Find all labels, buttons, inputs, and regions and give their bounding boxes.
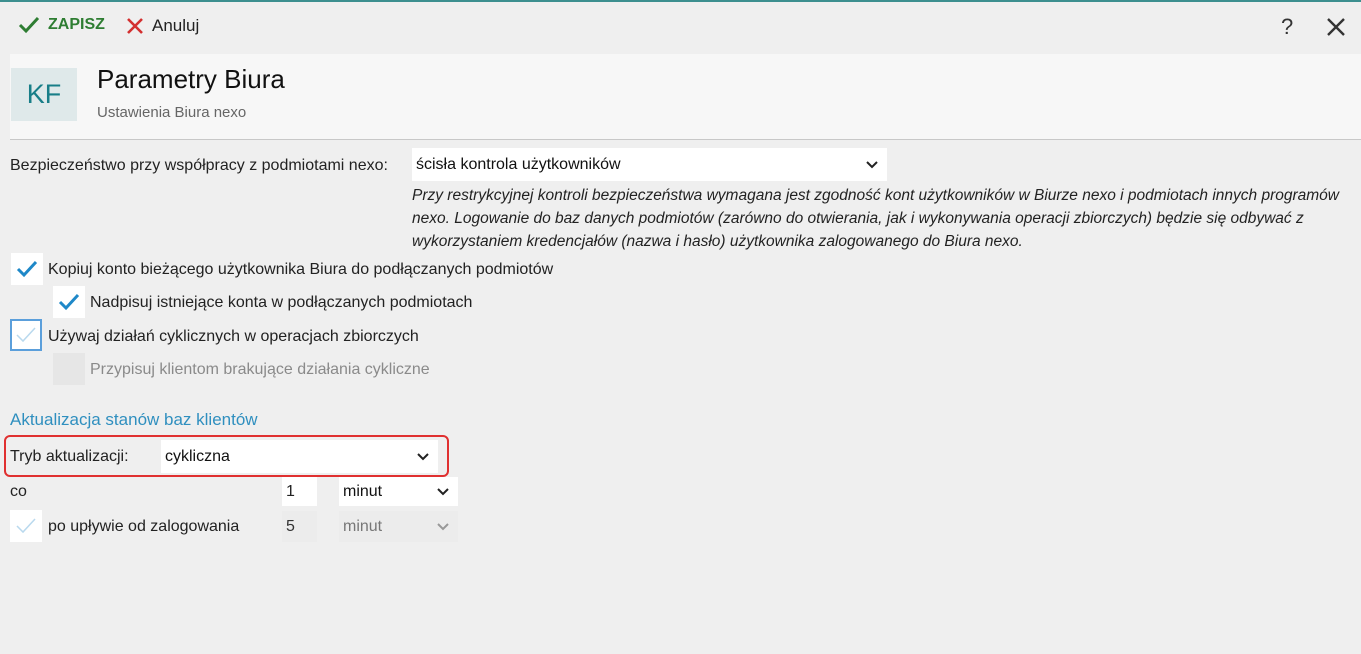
page-title: Parametry Biura (97, 64, 285, 94)
update-mode-select[interactable]: cykliczna (161, 440, 438, 473)
check-icon (18, 16, 40, 34)
every-label: co (10, 483, 27, 500)
chevron-down-icon (866, 160, 878, 168)
every-value-input[interactable]: 1 (282, 477, 317, 506)
close-icon[interactable] (1326, 17, 1346, 42)
security-note: Przy restrykcyjnej kontroli bezpieczeńst… (412, 187, 1339, 250)
update-section-title: Aktualizacja stanów baz klientów (10, 410, 258, 429)
overwrite-accounts-label: Nadpisuj istniejące konta w podłączanych… (90, 294, 473, 311)
after-login-label: po upływie od zalogowania (48, 518, 240, 535)
save-button[interactable]: ZAPISZ (18, 16, 105, 34)
after-login-unit-select[interactable]: minut (339, 511, 458, 542)
copy-account-checkbox[interactable] (11, 253, 43, 285)
check-icon (16, 518, 36, 534)
save-label: ZAPISZ (48, 16, 105, 33)
chevron-down-icon (437, 487, 449, 495)
check-icon (16, 327, 36, 343)
security-select-value: ścisła kontrola użytkowników (416, 155, 621, 173)
after-login-value-input[interactable]: 5 (282, 511, 317, 542)
chevron-down-icon (437, 522, 449, 530)
every-unit-value: minut (343, 482, 383, 500)
check-icon (58, 293, 80, 311)
every-unit-select[interactable]: minut (339, 477, 458, 506)
after-login-unit-value: minut (343, 517, 383, 535)
copy-account-label: Kopiuj konto bieżącego użytkownika Biura… (48, 261, 554, 278)
cyclic-actions-checkbox[interactable] (10, 319, 42, 351)
security-label: Bezpieczeństwo przy współpracy z podmiot… (10, 157, 388, 174)
assign-cyclic-checkbox[interactable] (53, 353, 85, 385)
chevron-down-icon (417, 452, 429, 460)
update-mode-value: cykliczna (165, 447, 230, 465)
x-icon (127, 18, 143, 34)
security-select[interactable]: ścisła kontrola użytkowników (412, 148, 887, 181)
help-icon[interactable]: ? (1281, 14, 1293, 40)
update-mode-label: Tryb aktualizacji: (10, 448, 129, 465)
page-header: KF Parametry Biura Ustawienia Biura nexo (10, 54, 1361, 140)
overwrite-accounts-checkbox[interactable] (53, 286, 85, 318)
cancel-label: Anuluj (152, 16, 200, 35)
cancel-button[interactable]: Anuluj (126, 16, 199, 36)
after-login-checkbox[interactable] (10, 510, 42, 542)
page-subtitle: Ustawienia Biura nexo (97, 104, 247, 121)
check-icon (16, 260, 38, 278)
toolbar: ZAPISZ Anuluj ? (0, 2, 1361, 54)
cyclic-actions-label: Używaj działań cyklicznych w operacjach … (48, 328, 419, 345)
module-logo: KF (11, 68, 77, 121)
assign-cyclic-label: Przypisuj klientom brakujące działania c… (90, 361, 430, 378)
